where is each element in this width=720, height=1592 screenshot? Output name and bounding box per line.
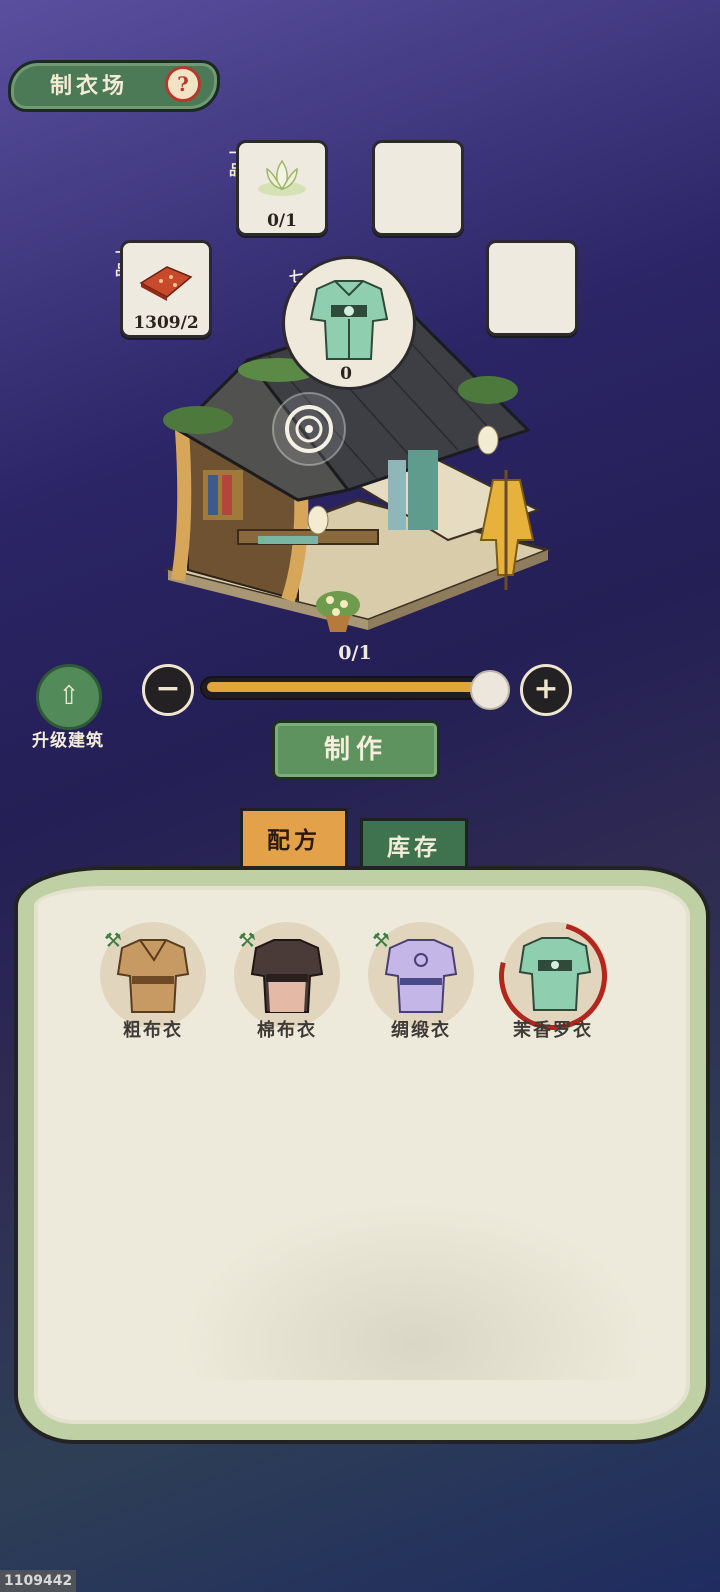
green-robe-icon xyxy=(309,280,389,360)
upgrade-building-label[interactable]: 升级建筑 xyxy=(18,726,118,751)
lavender-robe-icon xyxy=(384,939,458,1013)
tab-stock[interactable]: 库存 xyxy=(360,818,468,873)
build-target-icon[interactable] xyxy=(268,388,350,470)
recipe-name-4: 茉香罗衣 xyxy=(513,1020,593,1041)
material-slot-1[interactable]: 0/1 xyxy=(236,140,328,236)
page-title: 制衣场 xyxy=(50,73,129,99)
hammer-icon: ⚒ xyxy=(372,928,390,952)
tab-recipes[interactable]: 配方 xyxy=(240,808,348,869)
mountain-mist-decoration xyxy=(180,1200,650,1380)
hammer-icon: ⚒ xyxy=(238,928,256,952)
plus-button[interactable]: + xyxy=(520,664,572,716)
help-icon[interactable]: ? xyxy=(165,66,201,102)
product-count: 0 xyxy=(340,364,352,384)
recipe-name-1: 粗布衣 xyxy=(123,1020,183,1041)
dark-robe-icon xyxy=(250,939,324,1013)
build-id-badge: 1109442 xyxy=(0,1570,76,1592)
production-progress-label: 0/1 xyxy=(338,642,372,664)
craft-button[interactable]: 制作 xyxy=(272,720,440,780)
brown-robe-icon xyxy=(116,939,190,1013)
recipe-name-3: 绸缎衣 xyxy=(391,1020,451,1041)
material-count-1: 0/1 xyxy=(267,211,297,231)
upgrade-building-icon[interactable]: ⇧ xyxy=(36,664,102,730)
lotus-icon xyxy=(258,159,306,196)
material-slot-empty-1[interactable] xyxy=(372,140,464,236)
hammer-icon: ⚒ xyxy=(104,928,122,952)
quantity-slider-fill xyxy=(207,682,483,692)
minus-button[interactable]: − xyxy=(142,664,194,716)
red-cloth-icon xyxy=(139,266,193,301)
quantity-slider-knob[interactable] xyxy=(470,670,510,710)
recipe-name-2: 棉布衣 xyxy=(257,1020,317,1041)
